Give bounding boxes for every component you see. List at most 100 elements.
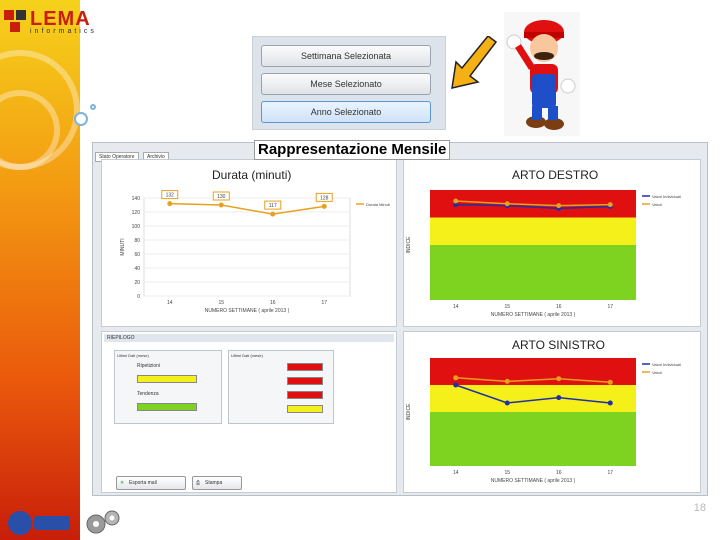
threshold-band-green bbox=[430, 245, 636, 300]
y-axis-label: INDICE bbox=[406, 403, 412, 421]
x-axis-label: NUMERO SETTIMANE ( aprile 2013 ) bbox=[491, 478, 576, 484]
page-number: 18 bbox=[693, 502, 706, 514]
threshold-band-green bbox=[430, 412, 636, 466]
data-label: 128 bbox=[320, 195, 329, 201]
value-cell bbox=[137, 403, 197, 411]
threshold-band-yellow bbox=[430, 217, 636, 245]
value-cell bbox=[287, 363, 323, 371]
arto-sinistro-chart-panel: ARTO SINISTRO 14 15 16 17 NUMERO SETTIMANE (… bbox=[403, 331, 701, 493]
x-tick-label: 15 bbox=[504, 304, 510, 310]
y-axis-label: INDICE bbox=[406, 236, 412, 254]
value-cell bbox=[137, 375, 197, 383]
threshold-band-yellow bbox=[430, 385, 636, 412]
data-point bbox=[453, 382, 459, 388]
x-tick-label: 14 bbox=[167, 300, 173, 306]
x-axis-label: NUMERO SETTIMANE ( aprile 2013 ) bbox=[205, 308, 290, 314]
app-tabs: Stato Operatore Archivio bbox=[95, 145, 169, 162]
data-point bbox=[167, 201, 173, 207]
x-tick-label: 16 bbox=[556, 470, 562, 476]
month-selected-button[interactable]: Mese Selezionato bbox=[261, 73, 431, 95]
slide-title: Rappresentazione Mensile bbox=[254, 140, 451, 160]
x-tick-label: 14 bbox=[453, 470, 459, 476]
petra-logo bbox=[8, 511, 70, 535]
data-point bbox=[504, 201, 510, 207]
print-label: Stampa bbox=[205, 480, 223, 486]
gears-icon bbox=[86, 510, 120, 534]
decorative-dot bbox=[90, 104, 96, 110]
print-button[interactable]: ⎙ Stampa bbox=[192, 476, 242, 490]
threshold-band-red bbox=[430, 190, 636, 218]
data-point bbox=[504, 378, 510, 384]
lema-logo: LEMA informatics bbox=[0, 2, 100, 38]
x-tick-label: 15 bbox=[504, 470, 510, 476]
threshold-band-red bbox=[430, 358, 636, 385]
box-title: Ultimi Dati (mese) bbox=[117, 353, 149, 358]
pointer-arrow-icon bbox=[451, 36, 498, 89]
data-point bbox=[321, 203, 327, 209]
export-mail-label: Esporta mail bbox=[129, 480, 157, 486]
x-axis-label: NUMERO SETTIMANE ( aprile 2013 ) bbox=[491, 312, 576, 318]
period-selector-panel: Settimana Selezionata Mese Selezionato A… bbox=[252, 36, 446, 130]
summary-box-left: Ultimi Dati (mese) Ripetizioni Tendenza bbox=[114, 350, 222, 424]
data-label: 130 bbox=[217, 194, 226, 200]
y-tick-label: 0 bbox=[137, 294, 140, 300]
y-tick-label: 100 bbox=[132, 224, 141, 230]
durata-chart-panel: Durata (minuti) 0 20 40 60 80 100 120 140 14 15 16… bbox=[101, 159, 397, 327]
x-tick-label: 17 bbox=[607, 304, 613, 310]
data-label: 117 bbox=[269, 203, 277, 209]
mascot-illustration bbox=[504, 12, 580, 136]
summary-panel: RIEPILOGO Ultimi Dati (mese) Ripetizioni… bbox=[101, 331, 397, 493]
y-tick-label: 40 bbox=[134, 266, 140, 272]
x-tick-label: 14 bbox=[453, 304, 459, 310]
data-point bbox=[556, 395, 562, 401]
plot-area bbox=[143, 197, 351, 297]
data-point bbox=[218, 202, 224, 208]
puzzle-icon bbox=[4, 10, 26, 32]
data-point bbox=[270, 211, 276, 217]
legend-entry: Valori bbox=[652, 202, 662, 207]
y-tick-label: 120 bbox=[132, 210, 141, 216]
data-point bbox=[556, 203, 562, 209]
y-tick-label: 80 bbox=[134, 238, 140, 244]
app-window: Stato Operatore Archivio Durata (minuti)… bbox=[92, 142, 708, 496]
legend-entry: Durata Minuti bbox=[366, 202, 390, 207]
row-label: Tendenza bbox=[137, 391, 159, 397]
week-selected-button[interactable]: Settimana Selezionata bbox=[261, 45, 431, 67]
export-mail-button[interactable]: ✕ Esporta mail bbox=[116, 476, 186, 490]
box-title: Ultimi Dati (mese) bbox=[231, 353, 263, 358]
left-decorative-bar bbox=[0, 0, 80, 540]
y-tick-label: 20 bbox=[134, 280, 140, 286]
data-point bbox=[453, 375, 459, 381]
x-tick-label: 17 bbox=[607, 470, 613, 476]
row-label: Ripetizioni bbox=[137, 363, 161, 369]
summary-box-right: Ultimi Dati (mese) bbox=[228, 350, 334, 424]
data-point bbox=[607, 400, 613, 406]
data-label: 132 bbox=[166, 193, 175, 199]
logo-subtitle: informatics bbox=[30, 28, 97, 35]
print-icon: ⎙ bbox=[196, 480, 201, 486]
data-point bbox=[607, 202, 613, 208]
value-cell bbox=[287, 391, 323, 399]
value-cell bbox=[287, 377, 323, 385]
durata-chart: 0 20 40 60 80 100 120 140 14 15 16 17 NUMERO SETTIMA… bbox=[120, 190, 390, 314]
decorative-dot bbox=[74, 112, 88, 126]
data-point bbox=[453, 198, 459, 204]
legend-entry: Valori bbox=[652, 370, 662, 375]
arto-destro-chart-panel: ARTO DESTRO 14 15 16 17 NUMERO SETTIMANE ( a… bbox=[403, 159, 701, 327]
x-tick-label: 15 bbox=[218, 300, 224, 306]
y-tick-label: 60 bbox=[134, 252, 140, 258]
x-tick-label: 16 bbox=[556, 304, 562, 310]
data-point bbox=[607, 379, 613, 385]
data-point bbox=[504, 400, 510, 406]
year-selected-button[interactable]: Anno Selezionato bbox=[261, 101, 431, 123]
y-tick-label: 140 bbox=[132, 196, 141, 202]
close-icon: ✕ bbox=[120, 480, 125, 486]
summary-header: RIEPILOGO bbox=[104, 334, 394, 342]
arto-destro-chart: 14 15 16 17 NUMERO SETTIMANE ( aprile 2013 )… bbox=[406, 190, 681, 318]
x-tick-label: 17 bbox=[321, 300, 327, 306]
x-tick-label: 16 bbox=[270, 300, 276, 306]
y-axis-label: MINUTI bbox=[120, 238, 126, 255]
arto-sinistro-chart: 14 15 16 17 NUMERO SETTIMANE ( aprile 2013 )… bbox=[406, 358, 681, 484]
value-cell bbox=[287, 405, 323, 413]
legend-entry: Valori Individuali bbox=[652, 362, 681, 367]
